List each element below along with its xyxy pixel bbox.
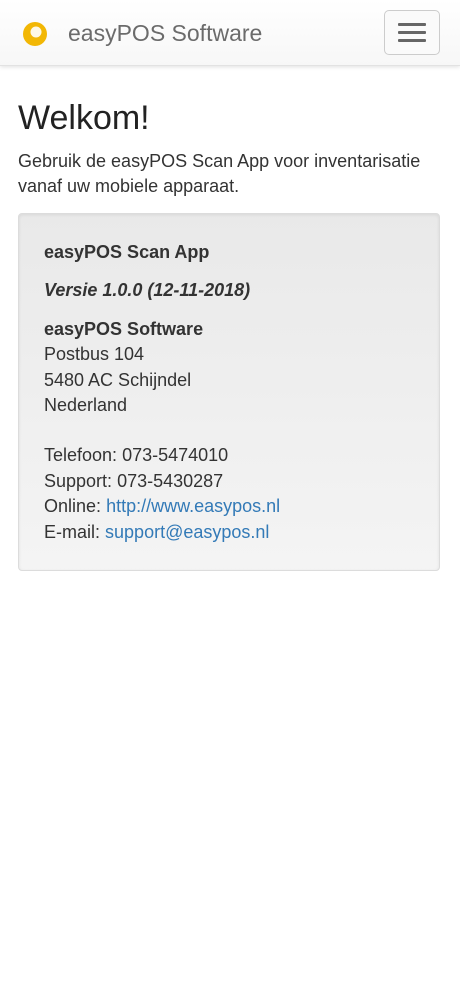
phone-line: Telefoon: 073-5474010 xyxy=(44,443,414,468)
phone-value: 073-5474010 xyxy=(122,445,229,466)
easypos-logo-icon[interactable] xyxy=(16,17,50,51)
support-value: 073-5430287 xyxy=(117,470,224,491)
intro-text: Gebruik de easyPOS Scan App voor inventa… xyxy=(18,151,421,196)
page-title: Welkom! xyxy=(18,99,150,137)
address-line: Nederland xyxy=(44,395,128,416)
website-link[interactable]: http://www.easypos.nl xyxy=(106,496,280,516)
address-line: 5480 AC Schijndel xyxy=(44,369,192,390)
hamburger-menu-button[interactable] xyxy=(384,10,440,55)
support-line: Support: 073-5430287 xyxy=(44,469,414,494)
email-link[interactable]: support@easypos.nl xyxy=(105,522,269,542)
email-line: E-mail: support@easypos.nl xyxy=(44,520,414,545)
support-label: Support: xyxy=(44,470,113,491)
phone-label: Telefoon: xyxy=(44,445,118,466)
online-line: Online: http://www.easypos.nl xyxy=(44,494,414,519)
email-label: E-mail: xyxy=(44,521,101,542)
app-name: easyPOS Scan App xyxy=(44,242,210,262)
top-navbar: easyPOS Software xyxy=(0,0,460,66)
app-info-card: easyPOS Scan App Versie 1.0.0 (12-11-201… xyxy=(18,213,440,571)
online-label: Online: xyxy=(44,496,102,517)
app-version: Versie 1.0.0 (12-11-2018) xyxy=(44,280,251,301)
company-name: easyPOS Software xyxy=(44,318,204,339)
brand-name[interactable]: easyPOS Software xyxy=(68,19,262,47)
address-line: Postbus 104 xyxy=(44,344,145,365)
main-content: Welkom! Gebruik de easyPOS Scan App voor… xyxy=(18,66,440,571)
